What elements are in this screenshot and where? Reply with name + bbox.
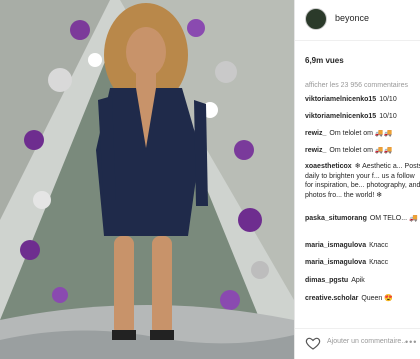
- heart-icon[interactable]: [305, 335, 321, 351]
- comment-user[interactable]: xoaestheticox: [305, 163, 352, 170]
- comment: dimas_pgstu Apik: [305, 276, 420, 286]
- comment-text: Om telolet om 🚚🚚: [329, 130, 393, 137]
- comment-text: 10/10: [379, 96, 397, 103]
- username[interactable]: beyonce: [335, 13, 369, 23]
- comment-text: 10/10: [379, 113, 397, 120]
- comment: viktoriamelnicenko15 10/10: [305, 95, 420, 105]
- comment-user[interactable]: viktoriamelnicenko15: [305, 96, 376, 103]
- comment-user[interactable]: dimas_pgstu: [305, 277, 348, 284]
- view-count: 6,9m vues: [305, 56, 344, 65]
- comment: creative.scholar Queen 😍: [305, 294, 420, 304]
- comment-text: Om telolet om 🚚🚚: [329, 147, 393, 154]
- post-photo[interactable]: [0, 0, 294, 359]
- comment: rewiz_ Om telolet om 🚚🚚: [305, 146, 420, 156]
- more-options-icon[interactable]: •••: [405, 337, 417, 347]
- comment-user[interactable]: rewiz_: [305, 130, 326, 137]
- comment-user[interactable]: creative.scholar: [305, 295, 358, 302]
- comment-user[interactable]: viktoriamelnicenko15: [305, 113, 376, 120]
- avatar[interactable]: [305, 8, 327, 30]
- comment-user[interactable]: maria_ismagulova: [305, 259, 366, 266]
- comment-user[interactable]: paska_situmorang: [305, 215, 367, 222]
- comment: xoaestheticox ❄ Aesthetic a... Posts dail…: [305, 162, 420, 210]
- comment: paska_situmorang OM TELO... 🚚: [305, 214, 420, 234]
- comment-text: OM TELO... 🚚: [369, 215, 418, 222]
- show-all-comments-link[interactable]: afficher les 23 956 commentaires: [305, 82, 408, 89]
- comment: rewiz_ Om telolet om 🚚🚚: [305, 129, 420, 139]
- comment-text: Apik: [351, 277, 365, 284]
- comment-text: Queen 😍: [361, 295, 393, 302]
- post-header: beyonce: [295, 0, 420, 41]
- comment-text: Класс: [369, 242, 389, 249]
- add-comment-input[interactable]: Ajouter un commentaire...: [327, 338, 407, 345]
- comment-user[interactable]: rewiz_: [305, 147, 326, 154]
- photo-illustration: [0, 0, 294, 359]
- comment: viktoriamelnicenko15 10/10: [305, 112, 420, 122]
- post-footer: Ajouter un commentaire... •••: [295, 328, 420, 359]
- comment-user[interactable]: maria_ismagulova: [305, 242, 366, 249]
- post-side-panel: beyonce 6,9m vues afficher les 23 956 co…: [294, 0, 420, 359]
- comment: maria_ismagulova Класс: [305, 258, 420, 268]
- comment: maria_ismagulova Класс: [305, 241, 420, 251]
- comment-text: Класс: [369, 259, 389, 266]
